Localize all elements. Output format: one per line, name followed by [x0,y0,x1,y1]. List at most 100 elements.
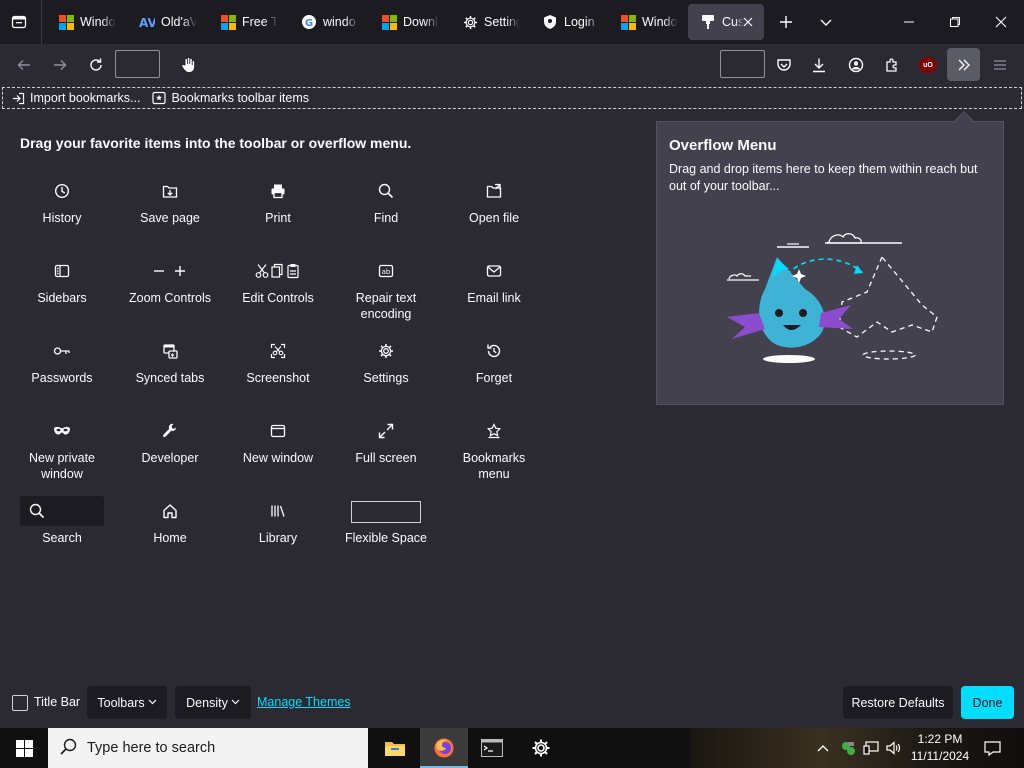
tray-app-icon[interactable] [837,728,859,768]
text-encoding-icon: ab [378,256,394,286]
density-label: Density [186,695,228,710]
palette-item-sidebars[interactable]: Sidebars [8,256,116,336]
ublock-origin-icon[interactable]: uO [919,57,937,73]
taskbar-firefox[interactable] [420,728,468,768]
palette-item-label: Library [258,531,298,545]
chevron-down-icon [231,697,240,709]
volume-button[interactable] [883,728,905,768]
download-icon [813,58,825,73]
synced-tabs-icon [162,336,178,366]
tab[interactable]: Login [530,4,604,40]
title-bar-checkbox[interactable] [12,695,28,711]
palette-item-new-window[interactable]: New window [224,416,332,496]
creature-wing-left [727,313,765,339]
shield-icon [542,14,558,30]
downloads-button[interactable] [807,53,831,77]
firefox-view-button[interactable] [8,11,30,33]
chevron-down-icon [148,697,157,709]
taskbar-search-box[interactable]: Type here to search [48,728,368,768]
density-dropdown[interactable]: Density [175,686,251,719]
list-all-tabs-button[interactable] [815,11,837,33]
chevron-up-icon [817,745,829,752]
restore-button[interactable] [932,0,978,44]
palette-item-forget[interactable]: Forget [440,336,548,416]
palette-item-developer[interactable]: Developer [116,416,224,496]
back-button[interactable] [12,53,36,77]
palette-item-flexible-space[interactable]: Flexible Space [332,496,440,576]
toolbars-dropdown[interactable]: Toolbars [87,686,167,719]
gear-icon [462,14,478,30]
manage-themes-link[interactable]: Manage Themes [257,695,351,709]
palette-item-save-page[interactable]: Save page [116,176,224,256]
import-bookmarks-button[interactable]: Import bookmarks... [11,91,140,105]
urlbar-placeholder[interactable] [115,50,160,78]
search-bar-placeholder[interactable] [720,50,765,78]
tab[interactable]: Downl [369,4,445,40]
palette-item-settings[interactable]: Settings [332,336,440,416]
tab[interactable]: Free Tr [208,4,284,40]
private-mask-icon [53,416,71,446]
app-menu-button[interactable] [988,53,1012,77]
plus-icon [780,16,792,28]
done-button[interactable]: Done [961,686,1014,719]
tab[interactable]: Windo [46,4,122,40]
palette-item-label: Forget [475,371,513,385]
palette-item-home[interactable]: Home [116,496,224,576]
network-app-icon [842,742,855,755]
taskbar-file-explorer[interactable] [371,728,419,768]
palette-item-print[interactable]: Print [224,176,332,256]
tab[interactable]: Gwindo [289,4,365,40]
palette-item-bookmarks-menu[interactable]: Bookmarks menu [440,416,548,496]
notifications-button[interactable] [980,728,1004,768]
overflow-menu-button[interactable] [947,48,980,81]
palette-item-open-file[interactable]: Open file [440,176,548,256]
palette-item-search[interactable]: Search [8,496,116,576]
forward-button[interactable] [48,53,72,77]
reload-button[interactable] [84,53,108,77]
navigation-toolbar: uO [0,44,1024,86]
tab[interactable]: AV Old'aV [127,4,203,40]
tab-active[interactable]: Cus [688,4,764,40]
account-button[interactable] [844,53,868,77]
tab[interactable]: Windo [608,4,684,40]
palette-item-full-screen[interactable]: Full screen [332,416,440,496]
tab-title: windo [323,15,356,29]
palette-item-library[interactable]: Library [224,496,332,576]
restore-defaults-button[interactable]: Restore Defaults [843,686,953,719]
palette-item-passwords[interactable]: Passwords [8,336,116,416]
microsoft-icon [620,14,636,30]
minimize-button[interactable] [886,0,932,44]
creature-shadow [763,355,815,363]
palette-item-new-private-window[interactable]: New private window [8,416,116,496]
taskbar-clock[interactable]: 1:22 PM 11/11/2024 [905,731,975,765]
extensions-button[interactable] [880,53,904,77]
cloud-large [826,233,862,244]
bookmarks-toolbar-items[interactable]: Bookmarks toolbar items [152,91,309,105]
network-button[interactable] [860,728,882,768]
palette-item-zoom-controls[interactable]: Zoom Controls [116,256,224,336]
show-hidden-icons-button[interactable] [812,728,834,768]
palette-item-repair-text-encoding[interactable]: ab Repair text encoding [332,256,440,336]
palette-item-synced-tabs[interactable]: Synced tabs [116,336,224,416]
close-tab-icon[interactable] [740,14,756,30]
new-tab-button[interactable] [775,11,797,33]
taskbar-settings[interactable] [517,728,565,768]
start-button[interactable] [0,728,48,768]
palette-item-screenshot[interactable]: Screenshot [224,336,332,416]
palette-item-history[interactable]: History [8,176,116,256]
overflow-illustration [727,233,938,363]
key-icon [53,336,71,366]
overflow-title: Overflow Menu [669,137,777,154]
firefox-view-icon [11,15,27,29]
tab[interactable]: Setting [450,4,526,40]
customize-footer: Title Bar Toolbars Density Manage Themes… [0,684,1024,722]
close-window-button[interactable] [978,0,1024,44]
pocket-button[interactable] [772,53,796,77]
palette-item-email-link[interactable]: Email link [440,256,548,336]
terminal-icon [481,739,503,757]
panel-arrow [954,111,974,131]
title-bar-label[interactable]: Title Bar [34,695,80,709]
palette-item-edit-controls[interactable]: Edit Controls [224,256,332,336]
palette-item-find[interactable]: Find [332,176,440,256]
taskbar-terminal[interactable] [468,728,516,768]
